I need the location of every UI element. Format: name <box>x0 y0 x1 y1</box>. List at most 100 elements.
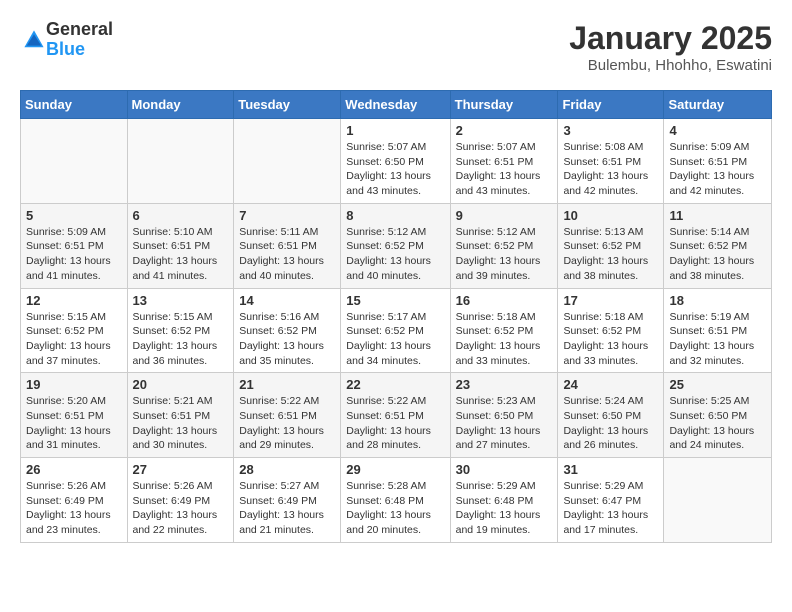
day-number: 26 <box>26 462 122 477</box>
calendar-cell: 27 Sunrise: 5:26 AM Sunset: 6:49 PM Dayli… <box>127 458 234 543</box>
location: Bulembu, Hhohho, Eswatini <box>569 57 772 74</box>
calendar-cell: 10 Sunrise: 5:13 AM Sunset: 6:52 PM Dayli… <box>558 203 664 288</box>
calendar-week-3: 12 Sunrise: 5:15 AM Sunset: 6:52 PM Dayli… <box>21 288 772 373</box>
day-number: 4 <box>669 123 766 138</box>
day-info: Sunrise: 5:07 AM Sunset: 6:50 PM Dayligh… <box>346 140 444 199</box>
calendar-header-friday: Friday <box>558 91 664 119</box>
calendar-cell: 9Sunrise: 5:12 AM Sunset: 6:52 PM Daylig… <box>450 203 558 288</box>
calendar-header-thursday: Thursday <box>450 91 558 119</box>
calendar-cell: 14Sunrise: 5:16 AM Sunset: 6:52 PM Dayli… <box>234 288 341 373</box>
calendar-cell: 26 Sunrise: 5:26 AM Sunset: 6:49 PM Dayli… <box>21 458 128 543</box>
day-info: Sunrise: 5:12 AM Sunset: 6:52 PM Dayligh… <box>346 225 444 284</box>
logo: General Blue <box>20 20 113 60</box>
day-number: 30 <box>456 462 553 477</box>
calendar-cell: 19Sunrise: 5:20 AM Sunset: 6:51 PM Dayli… <box>21 373 128 458</box>
day-info: Sunrise: 5:27 AM Sunset: 6:49 PM Dayligh… <box>239 479 335 538</box>
day-number: 23 <box>456 377 553 392</box>
day-number: 16 <box>456 293 553 308</box>
month-title: January 2025 <box>569 20 772 57</box>
calendar-cell: 18 Sunrise: 5:19 AM Sunset: 6:51 PM Dayli… <box>664 288 772 373</box>
day-number: 22 <box>346 377 444 392</box>
calendar-header-tuesday: Tuesday <box>234 91 341 119</box>
day-info: Sunrise: 5:08 AM Sunset: 6:51 PM Dayligh… <box>563 140 658 199</box>
day-info: Sunrise: 5:18 AM Sunset: 6:52 PM Dayligh… <box>563 310 658 369</box>
day-number: 27 <box>133 462 229 477</box>
title-section: January 2025 Bulembu, Hhohho, Eswatini <box>569 20 772 74</box>
calendar-cell: 5 Sunrise: 5:09 AM Sunset: 6:51 PM Daylig… <box>21 203 128 288</box>
day-number: 12 <box>26 293 122 308</box>
day-number: 5 <box>26 208 122 223</box>
calendar-week-1: 1 Sunrise: 5:07 AM Sunset: 6:50 PM Daylig… <box>21 119 772 204</box>
day-info: Sunrise: 5:15 AM Sunset: 6:52 PM Dayligh… <box>133 310 229 369</box>
day-number: 15 <box>346 293 444 308</box>
day-info: Sunrise: 5:14 AM Sunset: 6:52 PM Dayligh… <box>669 225 766 284</box>
day-info: Sunrise: 5:07 AM Sunset: 6:51 PM Dayligh… <box>456 140 553 199</box>
calendar-week-4: 19Sunrise: 5:20 AM Sunset: 6:51 PM Dayli… <box>21 373 772 458</box>
day-number: 19 <box>26 377 122 392</box>
day-info: Sunrise: 5:19 AM Sunset: 6:51 PM Dayligh… <box>669 310 766 369</box>
day-info: Sunrise: 5:18 AM Sunset: 6:52 PM Dayligh… <box>456 310 553 369</box>
calendar-cell: 12 Sunrise: 5:15 AM Sunset: 6:52 PM Dayli… <box>21 288 128 373</box>
page-header: General Blue January 2025 Bulembu, Hhohh… <box>20 20 772 74</box>
calendar-cell: 23 Sunrise: 5:23 AM Sunset: 6:50 PM Dayli… <box>450 373 558 458</box>
calendar-cell: 7 Sunrise: 5:11 AM Sunset: 6:51 PM Daylig… <box>234 203 341 288</box>
day-number: 29 <box>346 462 444 477</box>
day-info: Sunrise: 5:13 AM Sunset: 6:52 PM Dayligh… <box>563 225 658 284</box>
day-number: 11 <box>669 208 766 223</box>
logo-text: General Blue <box>46 20 113 60</box>
calendar-cell: 22Sunrise: 5:22 AM Sunset: 6:51 PM Dayli… <box>341 373 450 458</box>
calendar-cell: 20 Sunrise: 5:21 AM Sunset: 6:51 PM Dayli… <box>127 373 234 458</box>
calendar-header-wednesday: Wednesday <box>341 91 450 119</box>
calendar-cell: 30 Sunrise: 5:29 AM Sunset: 6:48 PM Dayli… <box>450 458 558 543</box>
day-info: Sunrise: 5:22 AM Sunset: 6:51 PM Dayligh… <box>239 394 335 453</box>
day-number: 18 <box>669 293 766 308</box>
day-number: 9 <box>456 208 553 223</box>
calendar-cell: 3Sunrise: 5:08 AM Sunset: 6:51 PM Daylig… <box>558 119 664 204</box>
calendar-cell: 13 Sunrise: 5:15 AM Sunset: 6:52 PM Dayli… <box>127 288 234 373</box>
calendar-cell: 17Sunrise: 5:18 AM Sunset: 6:52 PM Dayli… <box>558 288 664 373</box>
day-number: 21 <box>239 377 335 392</box>
day-info: Sunrise: 5:29 AM Sunset: 6:47 PM Dayligh… <box>563 479 658 538</box>
day-info: Sunrise: 5:09 AM Sunset: 6:51 PM Dayligh… <box>26 225 122 284</box>
day-info: Sunrise: 5:16 AM Sunset: 6:52 PM Dayligh… <box>239 310 335 369</box>
day-info: Sunrise: 5:26 AM Sunset: 6:49 PM Dayligh… <box>26 479 122 538</box>
day-info: Sunrise: 5:25 AM Sunset: 6:50 PM Dayligh… <box>669 394 766 453</box>
calendar-cell: 31 Sunrise: 5:29 AM Sunset: 6:47 PM Dayli… <box>558 458 664 543</box>
day-info: Sunrise: 5:23 AM Sunset: 6:50 PM Dayligh… <box>456 394 553 453</box>
day-number: 7 <box>239 208 335 223</box>
day-number: 8 <box>346 208 444 223</box>
day-info: Sunrise: 5:17 AM Sunset: 6:52 PM Dayligh… <box>346 310 444 369</box>
day-number: 31 <box>563 462 658 477</box>
day-info: Sunrise: 5:26 AM Sunset: 6:49 PM Dayligh… <box>133 479 229 538</box>
calendar-header-monday: Monday <box>127 91 234 119</box>
calendar-cell: 24 Sunrise: 5:24 AM Sunset: 6:50 PM Dayli… <box>558 373 664 458</box>
calendar-cell <box>234 119 341 204</box>
day-info: Sunrise: 5:28 AM Sunset: 6:48 PM Dayligh… <box>346 479 444 538</box>
calendar-cell <box>664 458 772 543</box>
day-number: 1 <box>346 123 444 138</box>
day-number: 24 <box>563 377 658 392</box>
day-info: Sunrise: 5:21 AM Sunset: 6:51 PM Dayligh… <box>133 394 229 453</box>
day-info: Sunrise: 5:15 AM Sunset: 6:52 PM Dayligh… <box>26 310 122 369</box>
calendar-cell: 25 Sunrise: 5:25 AM Sunset: 6:50 PM Dayli… <box>664 373 772 458</box>
day-number: 25 <box>669 377 766 392</box>
day-number: 20 <box>133 377 229 392</box>
calendar-header-saturday: Saturday <box>664 91 772 119</box>
calendar-table: SundayMondayTuesdayWednesdayThursdayFrid… <box>20 90 772 543</box>
calendar-cell: 2Sunrise: 5:07 AM Sunset: 6:51 PM Daylig… <box>450 119 558 204</box>
calendar-cell: 4Sunrise: 5:09 AM Sunset: 6:51 PM Daylig… <box>664 119 772 204</box>
calendar-week-5: 26 Sunrise: 5:26 AM Sunset: 6:49 PM Dayli… <box>21 458 772 543</box>
calendar-cell: 21 Sunrise: 5:22 AM Sunset: 6:51 PM Dayli… <box>234 373 341 458</box>
day-number: 10 <box>563 208 658 223</box>
calendar-header-sunday: Sunday <box>21 91 128 119</box>
calendar-header-row: SundayMondayTuesdayWednesdayThursdayFrid… <box>21 91 772 119</box>
day-info: Sunrise: 5:29 AM Sunset: 6:48 PM Dayligh… <box>456 479 553 538</box>
day-number: 6 <box>133 208 229 223</box>
day-info: Sunrise: 5:24 AM Sunset: 6:50 PM Dayligh… <box>563 394 658 453</box>
day-info: Sunrise: 5:11 AM Sunset: 6:51 PM Dayligh… <box>239 225 335 284</box>
calendar-cell: 8 Sunrise: 5:12 AM Sunset: 6:52 PM Daylig… <box>341 203 450 288</box>
calendar-cell: 28Sunrise: 5:27 AM Sunset: 6:49 PM Dayli… <box>234 458 341 543</box>
calendar-cell <box>127 119 234 204</box>
day-number: 13 <box>133 293 229 308</box>
calendar-cell: 11 Sunrise: 5:14 AM Sunset: 6:52 PM Dayli… <box>664 203 772 288</box>
